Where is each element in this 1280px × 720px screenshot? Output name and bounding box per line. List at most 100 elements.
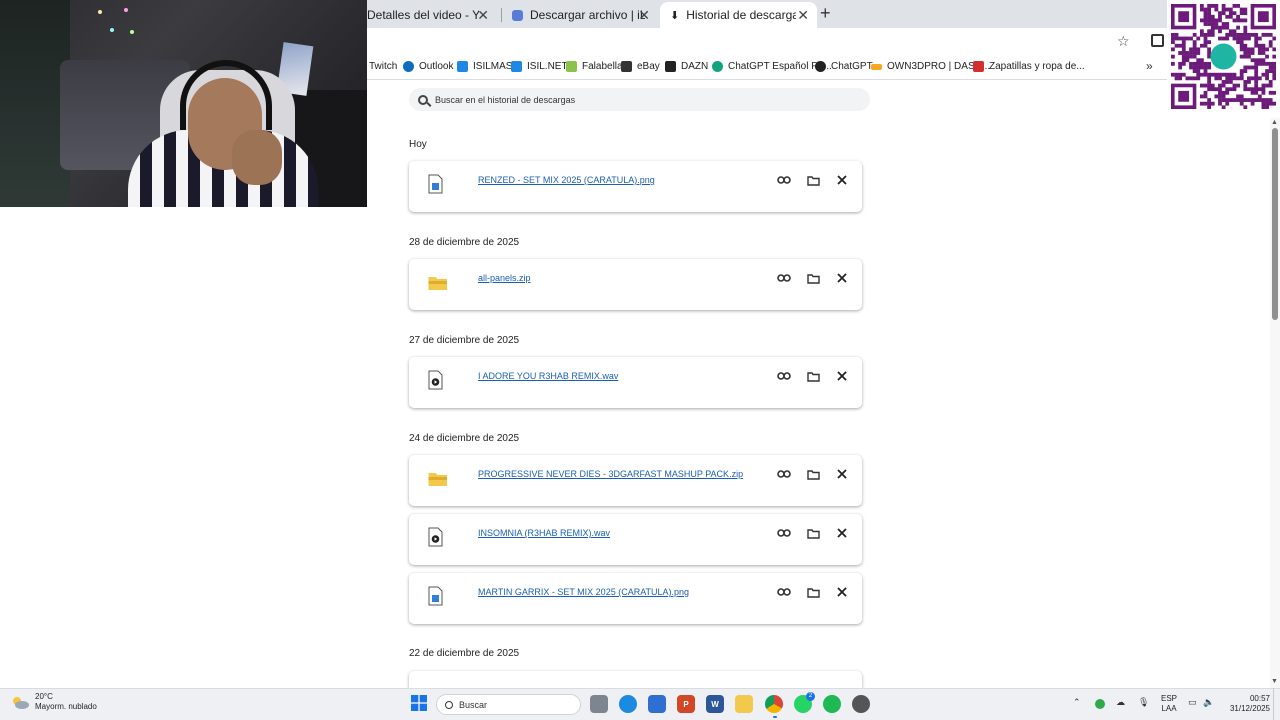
input-language[interactable]: ESP LAA bbox=[1161, 694, 1177, 714]
powerpoint-icon[interactable]: P bbox=[677, 695, 695, 713]
file-link[interactable]: PROGRESSIVE NEVER DIES - 3DGARFAST MASHU… bbox=[478, 469, 743, 479]
bookmark-chatgpt[interactable]: ChatGPT bbox=[815, 61, 873, 72]
copy-link-icon[interactable] bbox=[776, 525, 792, 541]
file-link[interactable]: INSOMNIA (R3HAB REMIX).wav bbox=[478, 528, 610, 538]
qr-module bbox=[1243, 32, 1248, 37]
bookmark-twitch[interactable]: Twitch bbox=[369, 61, 397, 72]
qr-module bbox=[1189, 65, 1193, 70]
spotify-icon[interactable] bbox=[823, 695, 841, 713]
qr-module bbox=[1225, 7, 1230, 12]
bookmark-falabella[interactable]: Falabella bbox=[566, 61, 623, 72]
bookmark-star-icon[interactable]: ☆ bbox=[1117, 33, 1130, 50]
copy-link-icon[interactable] bbox=[776, 368, 792, 384]
cloud-sun-icon bbox=[13, 697, 29, 709]
tray-chevron-icon[interactable]: ⌃ bbox=[1073, 697, 1081, 708]
bookmarks-overflow-icon[interactable]: » bbox=[1146, 59, 1153, 73]
close-icon[interactable]: ✕ bbox=[797, 7, 809, 24]
file-link[interactable]: all-panels.zip bbox=[478, 273, 531, 283]
file-link[interactable]: MARTIN GARRIX - SET MIX 2025 (CARATULA).… bbox=[478, 587, 689, 597]
copy-link-icon[interactable] bbox=[776, 584, 792, 600]
download-item: I ADORE YOU R3HAB REMIX.wav bbox=[409, 357, 862, 408]
copy-link-icon[interactable] bbox=[776, 270, 792, 286]
store-icon[interactable] bbox=[648, 695, 666, 713]
bookmark-isilnet[interactable]: ISIL.NET bbox=[511, 61, 568, 72]
remove-icon[interactable] bbox=[834, 270, 850, 286]
onedrive-icon[interactable]: ☁ bbox=[1116, 697, 1125, 708]
remove-icon[interactable] bbox=[834, 466, 850, 482]
weather-widget[interactable]: 20°C Mayorm. nublado bbox=[10, 692, 97, 712]
tab-label: Historial de descargas bbox=[686, 8, 797, 22]
qr-finder bbox=[1257, 11, 1269, 23]
scroll-up-arrow-icon[interactable]: ▲ bbox=[1271, 119, 1278, 126]
qr-module bbox=[1221, 94, 1226, 99]
remove-icon[interactable] bbox=[834, 172, 850, 188]
bookmark-chatgpt-es[interactable]: ChatGPT Español Pa... bbox=[712, 61, 832, 72]
folder-icon[interactable] bbox=[805, 270, 821, 286]
scroll-down-arrow-icon[interactable]: ▼ bbox=[1271, 678, 1278, 685]
tab-download-history[interactable]: ⬇ Historial de descargas ✕ bbox=[660, 2, 817, 28]
search-input[interactable] bbox=[435, 94, 855, 105]
app-icon[interactable] bbox=[852, 695, 870, 713]
task-view-icon[interactable] bbox=[590, 695, 608, 713]
bookmark-ebay[interactable]: eBay bbox=[621, 61, 660, 72]
copy-link-icon[interactable] bbox=[776, 466, 792, 482]
qr-module bbox=[1268, 98, 1273, 102]
edge-icon[interactable] bbox=[619, 695, 637, 713]
file-link[interactable]: RENZED - SET MIX 2025 (CARATULA).png bbox=[478, 175, 655, 185]
date-heading: 24 de diciembre de 2025 bbox=[409, 433, 520, 444]
qr-module bbox=[1272, 101, 1276, 106]
scrollbar-thumb[interactable] bbox=[1272, 128, 1278, 320]
folder-icon[interactable] bbox=[805, 525, 821, 541]
bookmark-zapatillas[interactable]: Zapatillas y ropa de... bbox=[973, 61, 1085, 72]
qr-module bbox=[1221, 80, 1226, 84]
tab-iloveimg[interactable]: Descargar archivo | iLoveIMG ✕ bbox=[502, 2, 658, 28]
extensions-icon[interactable] bbox=[1151, 34, 1164, 47]
system-clock[interactable]: 00:57 31/12/2025 bbox=[1225, 694, 1270, 714]
tab-youtube-studio[interactable]: Detalles del video - YouTube St ✕ bbox=[357, 2, 497, 28]
chrome-icon[interactable] bbox=[765, 695, 783, 713]
file-link[interactable]: I ADORE YOU R3HAB REMIX.wav bbox=[478, 371, 618, 381]
qr-module bbox=[1178, 65, 1183, 70]
remove-icon[interactable] bbox=[834, 584, 850, 600]
qr-module bbox=[1207, 14, 1212, 19]
network-icon[interactable]: ▭ bbox=[1188, 697, 1197, 708]
close-icon[interactable]: ✕ bbox=[477, 7, 489, 24]
qr-module bbox=[1225, 22, 1230, 26]
qr-module bbox=[1196, 69, 1201, 73]
show-desktop-button[interactable] bbox=[1273, 688, 1280, 720]
qr-module bbox=[1199, 72, 1204, 77]
download-history-search[interactable] bbox=[409, 88, 870, 111]
qr-module bbox=[1214, 87, 1219, 92]
close-icon[interactable]: ✕ bbox=[638, 7, 650, 24]
qr-module bbox=[1199, 7, 1204, 12]
qr-module bbox=[1178, 61, 1183, 66]
volume-icon[interactable]: 🔈 bbox=[1203, 697, 1214, 708]
qr-module bbox=[1181, 58, 1186, 63]
tray-app-icon[interactable] bbox=[1095, 699, 1105, 709]
bookmark-isilmas[interactable]: ISILMAS bbox=[457, 61, 512, 72]
qr-module bbox=[1250, 58, 1255, 63]
windows-start-icon[interactable] bbox=[411, 695, 427, 711]
qr-module bbox=[1239, 18, 1244, 23]
bookmark-outlook[interactable]: Outlook bbox=[403, 61, 453, 72]
qr-module bbox=[1210, 72, 1215, 77]
new-tab-button[interactable]: + bbox=[820, 3, 831, 24]
microphone-icon[interactable]: 🎙 bbox=[1138, 697, 1149, 708]
remove-icon[interactable] bbox=[834, 368, 850, 384]
qr-module bbox=[1272, 61, 1276, 66]
folder-icon[interactable] bbox=[805, 466, 821, 482]
qr-module bbox=[1239, 36, 1244, 41]
word-icon[interactable]: W bbox=[706, 695, 724, 713]
taskbar-search[interactable]: Buscar bbox=[436, 694, 581, 715]
file-explorer-icon[interactable] bbox=[735, 695, 753, 713]
qr-module bbox=[1268, 90, 1273, 95]
qr-module bbox=[1189, 54, 1193, 59]
qr-module bbox=[1210, 22, 1215, 26]
folder-icon[interactable] bbox=[805, 172, 821, 188]
bookmark-dazn[interactable]: DAZN bbox=[665, 61, 708, 72]
folder-icon[interactable] bbox=[805, 584, 821, 600]
folder-icon[interactable] bbox=[805, 368, 821, 384]
qr-module bbox=[1199, 58, 1204, 63]
remove-icon[interactable] bbox=[834, 525, 850, 541]
copy-link-icon[interactable] bbox=[776, 172, 792, 188]
